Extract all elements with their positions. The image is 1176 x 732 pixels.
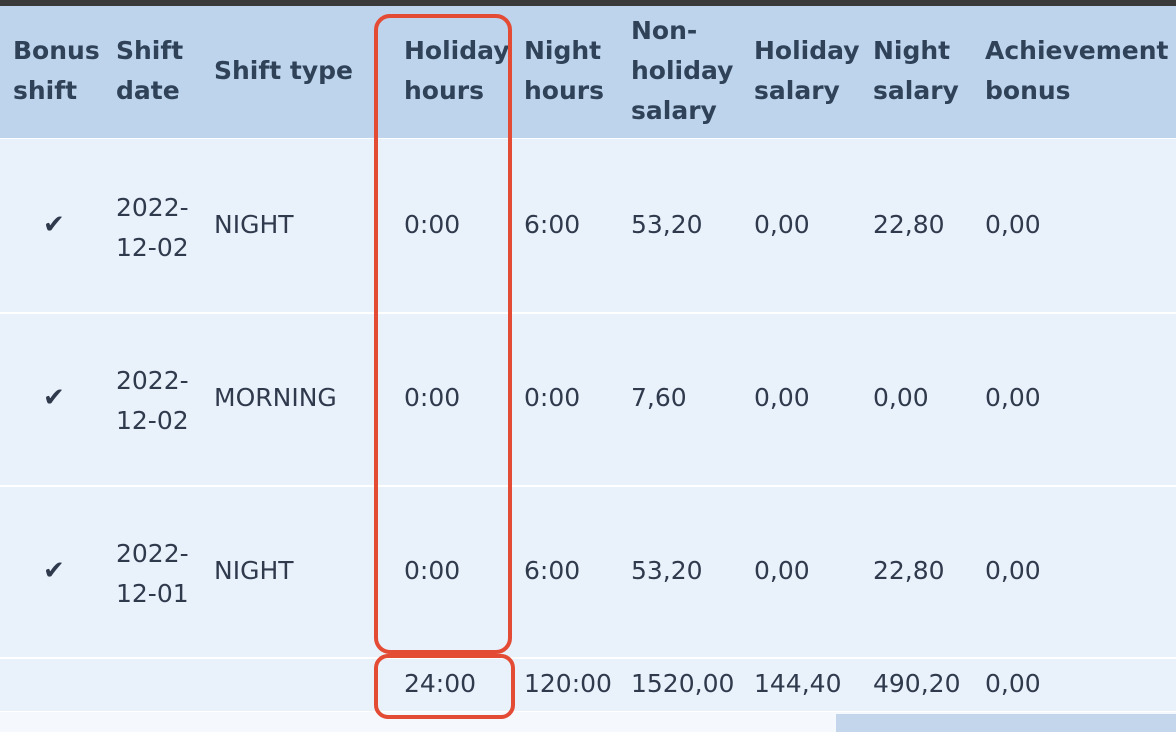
night-salary: 22,80 — [873, 210, 945, 239]
total-holiday-salary: 144,40 — [754, 669, 842, 698]
shift-date: 2022- 12-01 — [116, 539, 189, 608]
night-salary: 0,00 — [873, 383, 929, 412]
header-shift-type[interactable]: Shift type — [214, 51, 353, 91]
total-night-hours: 120:00 — [524, 669, 612, 698]
non-holiday-salary: 53,20 — [631, 210, 703, 239]
header-bonus-shift[interactable]: Bonus shift — [13, 31, 100, 111]
night-salary: 22,80 — [873, 556, 945, 585]
night-hours: 6:00 — [524, 210, 581, 239]
shift-type: NIGHT — [214, 210, 294, 239]
holiday-hours-total-highlight — [374, 654, 515, 719]
achievement-bonus: 0,00 — [985, 210, 1041, 239]
holiday-salary: 0,00 — [754, 556, 810, 585]
holiday-salary: 0,00 — [754, 210, 810, 239]
total-non-holiday-salary: 1520,00 — [631, 669, 735, 698]
non-holiday-salary: 53,20 — [631, 556, 703, 585]
bonus-check-icon: ✔ — [43, 210, 65, 240]
header-non-holiday-salary[interactable]: Non- holiday salary — [631, 11, 733, 131]
achievement-bonus: 0,00 — [985, 383, 1041, 412]
night-hours: 0:00 — [524, 383, 581, 412]
night-hours: 6:00 — [524, 556, 581, 585]
header-night-salary[interactable]: Night salary — [873, 31, 959, 111]
shift-type: MORNING — [214, 383, 337, 412]
non-holiday-salary: 7,60 — [631, 383, 687, 412]
shift-date: 2022- 12-02 — [116, 193, 189, 262]
achievement-bonus: 0,00 — [985, 556, 1041, 585]
horizontal-scrollbar[interactable] — [836, 714, 1176, 732]
shift-date: 2022- 12-02 — [116, 366, 189, 435]
holiday-salary: 0,00 — [754, 383, 810, 412]
total-achievement-bonus: 0,00 — [985, 669, 1041, 698]
bonus-check-icon: ✔ — [43, 383, 65, 413]
header-shift-date[interactable]: Shift date — [116, 31, 183, 111]
header-holiday-salary[interactable]: Holiday salary — [754, 31, 860, 111]
header-night-hours[interactable]: Night hours — [524, 31, 604, 111]
bonus-check-icon: ✔ — [43, 556, 65, 586]
shift-type: NIGHT — [214, 556, 294, 585]
total-night-salary: 490,20 — [873, 669, 961, 698]
holiday-hours-column-highlight — [374, 14, 512, 654]
header-achievement-bonus[interactable]: Achievement bonus — [985, 31, 1169, 111]
